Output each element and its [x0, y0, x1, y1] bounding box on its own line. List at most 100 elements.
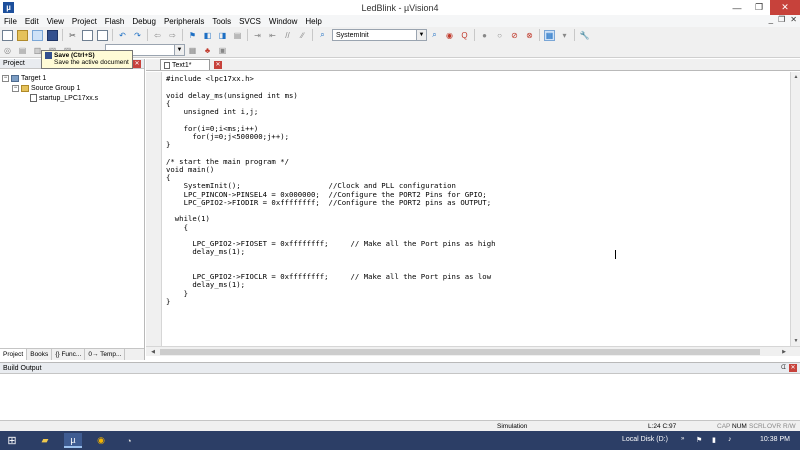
menu-view[interactable]: View — [43, 17, 68, 26]
source-code[interactable]: #include <lpc17xx.h> void delay_ms(unsig… — [166, 74, 495, 306]
scroll-up-icon[interactable]: ▲ — [792, 73, 800, 81]
volume-icon[interactable]: ♪ — [728, 436, 732, 443]
drive-label[interactable]: Local Disk (D:) — [622, 436, 668, 443]
save-icon[interactable] — [32, 29, 43, 41]
nav-forward-icon[interactable]: ⇨ — [167, 30, 178, 41]
debug-session-icon[interactable]: Q — [459, 30, 470, 41]
new-file-icon[interactable] — [2, 29, 13, 41]
scroll-right-icon[interactable]: ▶ — [780, 348, 788, 356]
target-label: Target 1 — [21, 74, 47, 82]
tab-project[interactable]: Project — [0, 349, 28, 360]
breakpoint-disable-icon[interactable]: ⊘ — [509, 30, 520, 41]
menu-help[interactable]: Help — [301, 17, 325, 26]
close-tab-icon[interactable]: ✕ — [214, 61, 222, 69]
translate-icon[interactable]: ◎ — [2, 45, 13, 56]
configure-icon[interactable]: 🔧 — [579, 30, 590, 41]
bookmark-clear-icon[interactable]: ▤ — [232, 30, 243, 41]
incremental-find-icon[interactable]: ◉ — [444, 30, 455, 41]
uncomment-icon[interactable]: ∕∕ — [297, 30, 308, 41]
tree-node-file[interactable]: startup_LPC17xx.s — [2, 93, 142, 103]
editor-vertical-scrollbar[interactable]: ▲ ▼ — [790, 72, 800, 346]
scroll-left-icon[interactable]: ◀ — [149, 348, 157, 356]
code-editor[interactable]: #include <lpc17xx.h> void delay_ms(unsig… — [146, 72, 790, 346]
menu-window[interactable]: Window — [265, 17, 301, 26]
chrome-icon[interactable]: ◉ — [92, 433, 110, 448]
unindent-icon[interactable]: ⇤ — [267, 30, 278, 41]
file-explorer-icon[interactable]: ▰ — [36, 433, 54, 448]
restore-button[interactable]: ❐ — [748, 0, 770, 15]
breakpoint-kill-icon[interactable]: ⊗ — [524, 30, 535, 41]
pin-icon[interactable]: ᗭ — [781, 365, 786, 372]
main-toolbar: ✂ ↶ ↷ ⇦ ⇨ ⚑ ◧ ◨ ▤ ⇥ ⇤ // ∕∕ ⌕ SystemInit… — [0, 27, 800, 43]
tab-functions[interactable]: {} Func... — [52, 349, 86, 360]
toolbar-separator — [312, 29, 313, 41]
manage-components-icon[interactable]: ♣ — [202, 45, 213, 56]
find-icon[interactable]: ⌕ — [429, 30, 440, 41]
copy-icon[interactable] — [82, 29, 93, 41]
undo-icon[interactable]: ↶ — [117, 30, 128, 41]
cut-icon[interactable]: ✂ — [67, 30, 78, 41]
close-icon[interactable]: ✕ — [789, 364, 797, 372]
mdi-minimize-button[interactable]: _ — [769, 15, 773, 24]
menu-file[interactable]: File — [0, 17, 21, 26]
indent-icon[interactable]: ⇥ — [252, 30, 263, 41]
find-in-files-icon[interactable]: ⌕ — [317, 30, 328, 41]
document-icon — [164, 61, 170, 69]
target-options-icon[interactable]: ▦ — [187, 45, 198, 56]
tree-node-target[interactable]: − Target 1 — [2, 73, 142, 83]
window-layout-dropdown-icon[interactable]: ▾ — [559, 30, 570, 41]
windows-taskbar: ⊞ ▰ µ ◉ ◔ Local Disk (D:) » ⚑ ▮ ♪ 10:38 … — [0, 431, 800, 450]
menu-flash[interactable]: Flash — [101, 17, 129, 26]
editor-horizontal-scrollbar[interactable]: ◀ ▶ — [146, 346, 800, 356]
clock-time[interactable]: 10:38 PM — [760, 436, 790, 443]
mdi-close-button[interactable]: ✕ — [790, 15, 797, 24]
window-layout-icon[interactable]: ▦ — [544, 29, 555, 41]
editor-tab-text1[interactable]: Text1* — [160, 59, 210, 70]
minimize-button[interactable]: — — [726, 0, 748, 15]
collapse-icon[interactable]: − — [2, 74, 9, 82]
mdi-restore-button[interactable]: ❐ — [778, 15, 785, 24]
menu-tools[interactable]: Tools — [208, 17, 235, 26]
scrollbar-thumb[interactable] — [160, 349, 760, 355]
menu-debug[interactable]: Debug — [128, 17, 160, 26]
editor-gutter[interactable] — [146, 72, 162, 346]
chevron-down-icon[interactable]: ▼ — [416, 30, 426, 40]
find-combo[interactable]: SystemInit ▼ — [332, 29, 427, 41]
tree-node-group[interactable]: − Source Group 1 — [2, 83, 142, 93]
save-all-icon[interactable] — [47, 29, 58, 41]
paint-icon[interactable]: ◔ — [120, 433, 138, 448]
tab-templates[interactable]: 0→ Temp... — [85, 349, 126, 360]
menu-svcs[interactable]: SVCS — [235, 17, 265, 26]
uvision-taskbar-icon[interactable]: µ — [64, 433, 82, 448]
close-button[interactable]: ✕ — [770, 0, 800, 15]
menu-project[interactable]: Project — [68, 17, 101, 26]
build-icon[interactable]: ▤ — [17, 45, 28, 56]
nav-back-icon[interactable]: ⇦ — [152, 30, 163, 41]
breakpoint-enable-icon[interactable]: ○ — [494, 30, 505, 41]
bookmark-prev-icon[interactable]: ◧ — [202, 30, 213, 41]
breakpoint-insert-icon[interactable]: ● — [479, 30, 490, 41]
menu-edit[interactable]: Edit — [21, 17, 43, 26]
bookmark-next-icon[interactable]: ◨ — [217, 30, 228, 41]
show-hidden-icons-icon[interactable]: » — [681, 436, 684, 442]
menu-peripherals[interactable]: Peripherals — [160, 17, 208, 26]
toolbar-separator — [539, 29, 540, 41]
scroll-down-icon[interactable]: ▼ — [792, 337, 800, 345]
comment-icon[interactable]: // — [282, 30, 293, 41]
bookmark-toggle-icon[interactable]: ⚑ — [187, 30, 198, 41]
collapse-icon[interactable]: − — [12, 84, 19, 92]
close-icon[interactable]: ✕ — [133, 59, 141, 68]
open-folder-icon[interactable] — [17, 29, 28, 41]
paste-icon[interactable] — [97, 29, 108, 41]
network-icon[interactable]: ▮ — [712, 436, 716, 444]
find-combo-value: SystemInit — [336, 31, 369, 39]
scroll-indicator: SCRL — [749, 423, 767, 430]
tab-books[interactable]: Books — [27, 349, 53, 360]
windows-start-icon[interactable]: ⊞ — [3, 433, 21, 448]
file-extensions-icon[interactable]: ▣ — [217, 45, 228, 56]
project-panel-title: Project — [3, 60, 25, 67]
flag-icon[interactable]: ⚑ — [696, 436, 702, 444]
redo-icon[interactable]: ↷ — [132, 30, 143, 41]
chevron-down-icon[interactable]: ▼ — [174, 45, 184, 55]
uvision-app-icon[interactable]: µ — [3, 2, 14, 13]
